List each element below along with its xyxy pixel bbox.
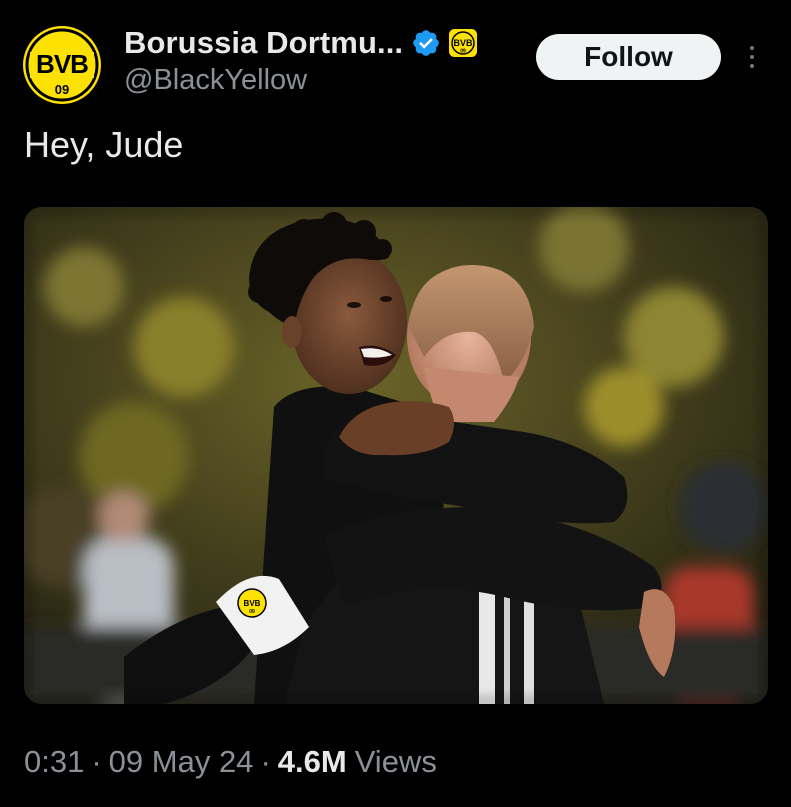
more-dot	[750, 46, 754, 50]
svg-text:BVB: BVB	[454, 38, 474, 48]
author-name-row: Borussia Dortmu... BVB 09	[124, 24, 478, 62]
more-options-icon[interactable]	[742, 38, 762, 76]
tweet-media-photo[interactable]: BVB 09	[24, 207, 768, 704]
follow-button[interactable]: Follow	[536, 34, 721, 80]
tweet-date[interactable]: 09 May 24	[109, 744, 254, 780]
tweet-text: Hey, Jude	[24, 124, 184, 165]
meta-separator: ·	[260, 744, 271, 779]
author-display-name[interactable]: Borussia Dortmu...	[124, 25, 403, 61]
svg-text:BVB: BVB	[36, 49, 88, 79]
views-label: Views	[354, 744, 437, 779]
author-handle[interactable]: @BlackYellow	[124, 64, 307, 97]
more-dot	[750, 64, 754, 68]
svg-text:09: 09	[55, 82, 69, 97]
svg-text:09: 09	[249, 609, 255, 615]
views-count[interactable]: 4.6M	[278, 744, 347, 780]
svg-text:BVB: BVB	[244, 599, 261, 608]
verified-badge-icon[interactable]	[411, 28, 441, 58]
tweet-time[interactable]: 0:31	[24, 744, 84, 780]
meta-separator: ·	[91, 744, 102, 779]
tweet-meta: 0:31 · 09 May 24 · 4.6M Views	[24, 744, 437, 780]
affiliate-badge-icon[interactable]: BVB 09	[449, 29, 478, 57]
more-dot	[750, 55, 754, 59]
svg-text:09: 09	[460, 49, 466, 55]
captain-armband-logo: BVB 09	[237, 588, 267, 618]
bvb-logo-icon: BVB 09	[23, 26, 101, 104]
profile-avatar[interactable]: BVB 09	[22, 25, 102, 105]
photo-players-embracing: BVB 09	[24, 207, 768, 704]
